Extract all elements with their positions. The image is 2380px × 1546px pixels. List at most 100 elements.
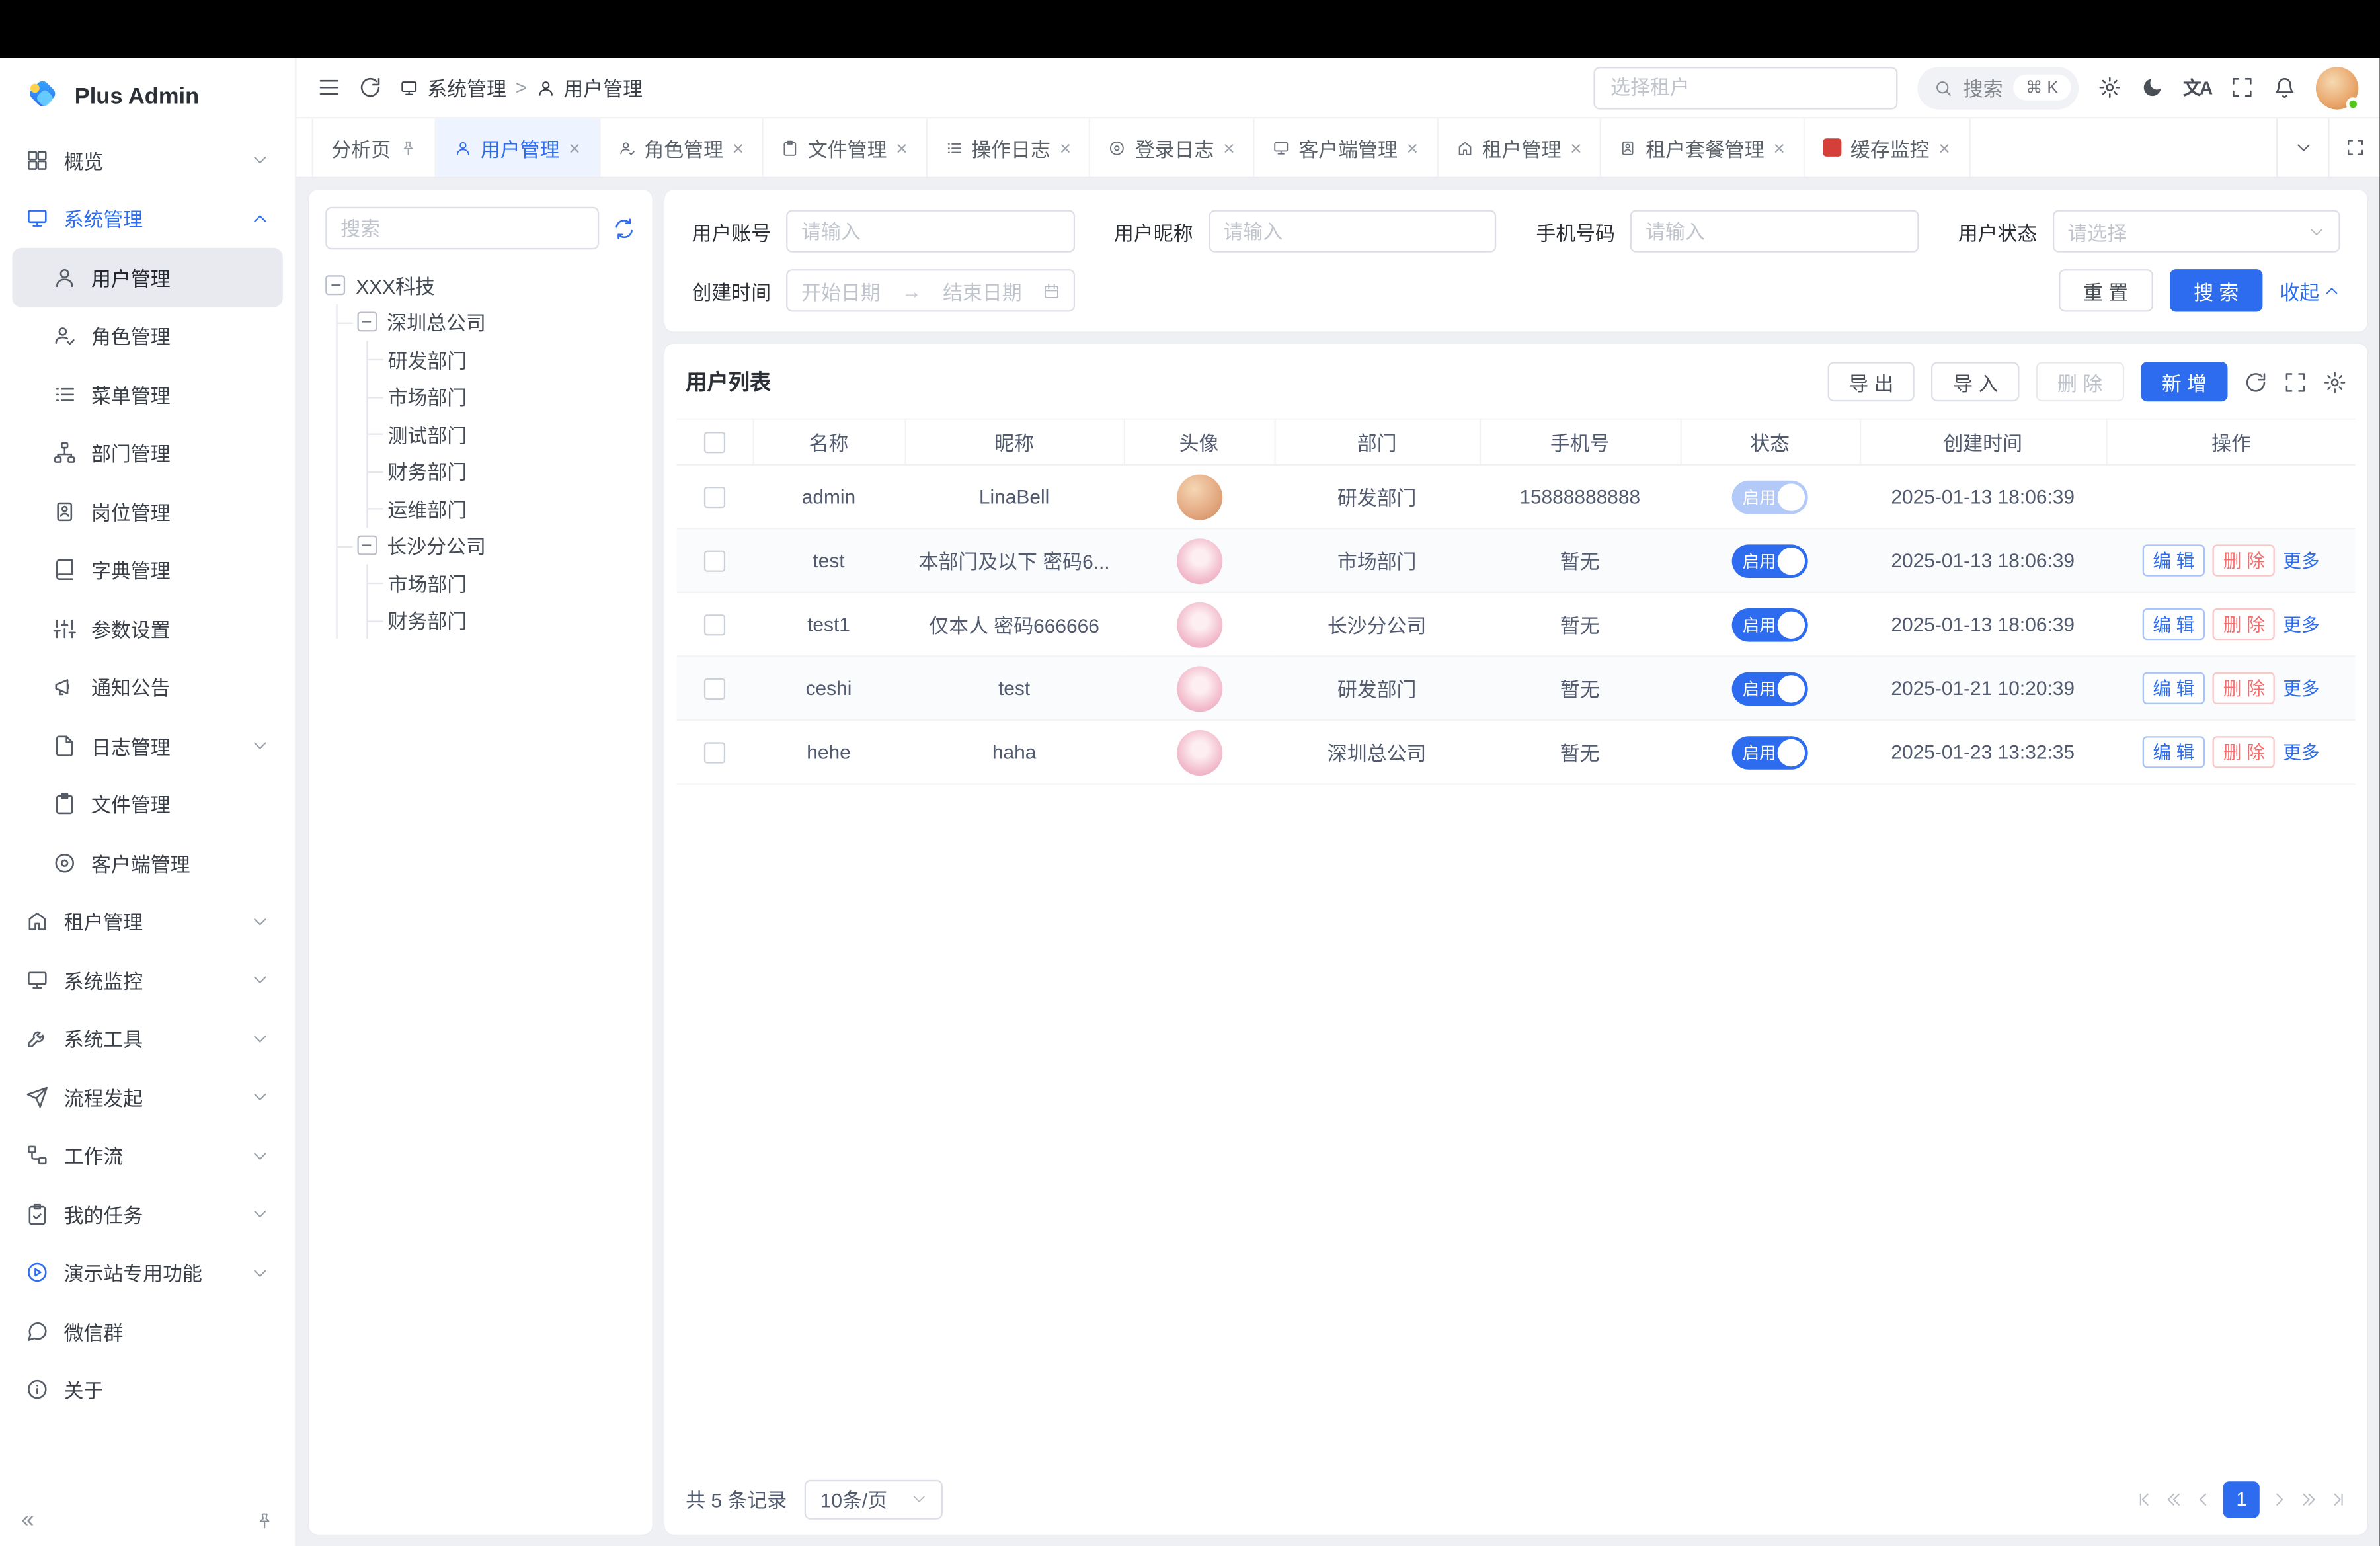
sidebar-item-department-management[interactable]: 部门管理 xyxy=(12,424,282,483)
sidebar-item-about[interactable]: 关于 xyxy=(12,1360,282,1419)
next-5-pages-button[interactable] xyxy=(2299,1490,2318,1508)
sidebar-item-menu-management[interactable]: 菜单管理 xyxy=(12,365,282,424)
tabs-dropdown-button[interactable] xyxy=(2277,118,2328,176)
dark-mode-moon-icon[interactable] xyxy=(2141,76,2164,99)
sidebar-item-tenant-management[interactable]: 租户管理 xyxy=(12,892,282,951)
status-switch[interactable]: 启用 xyxy=(1732,671,1808,705)
tree-node[interactable]: 研发部门 xyxy=(388,341,636,378)
account-input[interactable] xyxy=(801,220,1059,243)
tree-node[interactable]: XXX科技 xyxy=(325,266,635,304)
tab-login-log[interactable]: 登录日志 × xyxy=(1091,118,1255,176)
tree-node[interactable]: 市场部门 xyxy=(388,564,636,601)
tree-node[interactable]: 市场部门 xyxy=(388,378,636,415)
sidebar-item-notice[interactable]: 通知公告 xyxy=(12,658,282,717)
tab-file-management[interactable]: 文件管理 × xyxy=(764,118,928,176)
sidebar-item-workflow[interactable]: 工作流 xyxy=(12,1126,282,1185)
status-switch[interactable]: 启用 xyxy=(1732,735,1808,769)
date-range-picker[interactable]: 开始日期 → 结束日期 xyxy=(786,269,1074,311)
tab-analysis[interactable]: 分析页 xyxy=(312,118,437,176)
status-switch[interactable]: 启用 xyxy=(1732,608,1808,641)
notification-bell-icon[interactable] xyxy=(2274,76,2297,99)
edit-button[interactable]: 编 辑 xyxy=(2142,544,2205,576)
sidebar-item-system-tools[interactable]: 系统工具 xyxy=(12,1009,282,1068)
prev-page-button[interactable] xyxy=(2195,1490,2213,1508)
edit-button[interactable]: 编 辑 xyxy=(2142,608,2205,640)
sidebar-item-system-management[interactable]: 系统管理 xyxy=(12,189,282,248)
edit-button[interactable]: 编 辑 xyxy=(2142,736,2205,768)
close-icon[interactable]: × xyxy=(733,138,744,157)
collapse-node-icon[interactable] xyxy=(325,275,345,295)
phone-input[interactable] xyxy=(1646,220,1903,243)
hamburger-menu-icon[interactable] xyxy=(318,76,341,99)
edit-button[interactable]: 编 辑 xyxy=(2142,672,2205,704)
delete-row-button[interactable]: 删 除 xyxy=(2213,544,2276,576)
settings-gear-icon[interactable] xyxy=(2098,76,2121,99)
tab-role-management[interactable]: 角色管理 × xyxy=(600,118,764,176)
more-button[interactable]: 更多 xyxy=(2283,739,2319,765)
close-icon[interactable]: × xyxy=(1060,138,1071,157)
prev-5-pages-button[interactable] xyxy=(2166,1490,2184,1508)
reset-button[interactable]: 重 置 xyxy=(2059,269,2153,311)
tab-cache-monitor[interactable]: 缓存监控 × xyxy=(1805,118,1970,176)
sidebar-item-my-tasks[interactable]: 我的任务 xyxy=(12,1185,282,1244)
status-select[interactable]: 请选择 xyxy=(2052,210,2340,252)
tree-node[interactable]: 长沙分公司 xyxy=(356,527,635,564)
tab-tenant-management[interactable]: 租户管理 × xyxy=(1438,118,1602,176)
sidebar-item-overview[interactable]: 概览 xyxy=(12,131,282,190)
sidebar-item-wechat-group[interactable]: 微信群 xyxy=(12,1302,282,1361)
close-icon[interactable]: × xyxy=(1407,138,1418,157)
tree-node[interactable]: 运维部门 xyxy=(388,490,636,527)
sidebar-item-post-management[interactable]: 岗位管理 xyxy=(12,482,282,541)
import-button[interactable]: 导 入 xyxy=(1932,362,2020,401)
sidebar-item-demo-features[interactable]: 演示站专用功能 xyxy=(12,1243,282,1302)
breadcrumb-item[interactable]: 用户管理 xyxy=(563,73,643,102)
refresh-icon[interactable] xyxy=(359,76,382,99)
status-switch[interactable]: 启用 xyxy=(1732,544,1808,577)
fullscreen-icon[interactable] xyxy=(2231,76,2254,99)
sidebar-item-client-management[interactable]: 客户端管理 xyxy=(12,833,282,892)
tab-client-management[interactable]: 客户端管理 × xyxy=(1255,118,1438,176)
sidebar-item-user-management[interactable]: 用户管理 xyxy=(12,248,282,307)
row-checkbox[interactable] xyxy=(704,743,725,764)
breadcrumb-item[interactable]: 系统管理 xyxy=(427,73,506,102)
tabs-fullscreen-button[interactable] xyxy=(2328,118,2380,176)
tab-user-management[interactable]: 用户管理 × xyxy=(436,118,600,176)
table-refresh-icon[interactable] xyxy=(2244,370,2268,393)
tree-search-input[interactable] xyxy=(325,207,599,249)
close-icon[interactable]: × xyxy=(569,138,580,157)
collapse-node-icon[interactable] xyxy=(356,312,376,332)
current-page-button[interactable]: 1 xyxy=(2223,1481,2260,1517)
page-size-select[interactable]: 10条/页 xyxy=(805,1479,942,1519)
add-button[interactable]: 新 增 xyxy=(2141,362,2229,401)
user-avatar[interactable] xyxy=(2317,66,2359,108)
close-icon[interactable]: × xyxy=(896,138,907,157)
sidebar-item-log-management[interactable]: 日志管理 xyxy=(12,716,282,775)
row-checkbox[interactable] xyxy=(704,551,725,572)
language-icon[interactable]: 文A xyxy=(2183,75,2211,101)
row-checkbox[interactable] xyxy=(704,678,725,700)
status-switch[interactable]: 启用 xyxy=(1732,480,1808,514)
sidebar-item-role-management[interactable]: 角色管理 xyxy=(12,306,282,365)
table-fullscreen-icon[interactable] xyxy=(2284,370,2307,393)
sidebar-item-dict-management[interactable]: 字典管理 xyxy=(12,541,282,600)
delete-row-button[interactable]: 删 除 xyxy=(2213,608,2276,640)
collapse-sidebar-button[interactable]: « xyxy=(21,1508,34,1533)
nickname-input[interactable] xyxy=(1224,220,1482,243)
export-button[interactable]: 导 出 xyxy=(1827,362,1915,401)
tree-node[interactable]: 测试部门 xyxy=(388,415,636,452)
more-button[interactable]: 更多 xyxy=(2283,548,2319,573)
close-icon[interactable]: × xyxy=(1773,138,1784,157)
tree-refresh-icon[interactable] xyxy=(613,217,636,240)
collapse-filter-link[interactable]: 收起 xyxy=(2280,276,2340,305)
sidebar-item-parameter-settings[interactable]: 参数设置 xyxy=(12,599,282,658)
tenant-select-input[interactable] xyxy=(1594,66,1898,108)
pin-icon[interactable] xyxy=(400,139,416,155)
row-checkbox[interactable] xyxy=(704,487,725,509)
delete-button[interactable]: 删 除 xyxy=(2036,362,2124,401)
select-all-checkbox[interactable] xyxy=(703,432,725,454)
more-button[interactable]: 更多 xyxy=(2283,612,2319,637)
table-settings-icon[interactable] xyxy=(2324,370,2347,393)
global-search-button[interactable]: 搜索 ⌘ K xyxy=(1918,66,2078,108)
sidebar-item-file-management[interactable]: 文件管理 xyxy=(12,775,282,834)
collapse-node-icon[interactable] xyxy=(356,536,376,555)
